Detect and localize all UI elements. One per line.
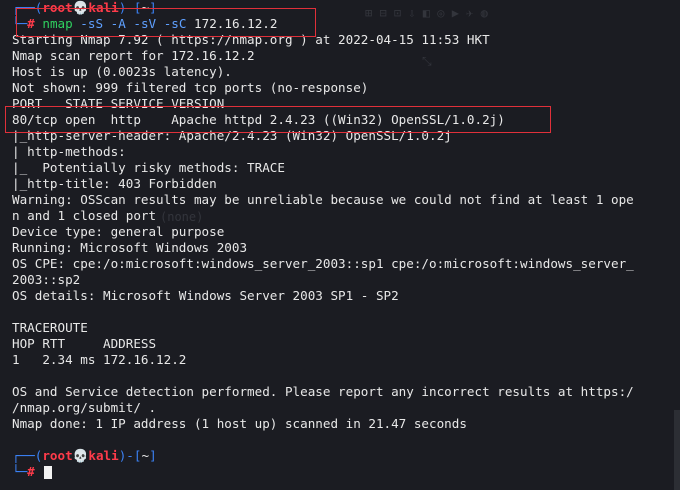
output-line: | http-methods: <box>12 144 126 159</box>
output-line: Not shown: 999 filtered tcp ports (no-re… <box>12 80 369 95</box>
output-line: 2003::sp2 <box>12 272 81 287</box>
output-line: Nmap done: 1 IP address (1 host up) scan… <box>12 416 467 431</box>
output-line: PORT STATE SERVICE VERSION <box>12 96 225 111</box>
output-line: |_http-title: 403 Forbidden <box>12 176 217 191</box>
output-line: OS and Service detection performed. Plea… <box>12 384 634 399</box>
text-cursor <box>44 466 53 479</box>
prompt-line-input[interactable]: └─# <box>12 464 680 480</box>
prompt-line-top: ┌──(root💀kali)-[~] <box>12 448 157 463</box>
output-line: Nmap scan report for 172.16.12.2 <box>12 48 255 63</box>
output-line: Device type: general purpose <box>12 224 225 239</box>
output-line: Warning: OSScan results may be unreliabl… <box>12 192 634 207</box>
output-line: Running: Microsoft Windows 2003 <box>12 240 248 255</box>
output-line: HOP RTT ADDRESS <box>12 336 157 351</box>
output-line: TRACEROUTE <box>12 320 88 335</box>
terminal-window[interactable]: ┌──(root💀kali)-[~] └─# nmap -sS -A -sV -… <box>0 0 680 490</box>
prompt-line-command: └─# nmap -sS -A -sV -sC 172.16.12.2 <box>12 16 278 31</box>
command-output: Starting Nmap 7.92 ( https://nmap.org ) … <box>12 32 680 448</box>
output-line: n and 1 closed port <box>12 208 157 223</box>
scrollbar[interactable] <box>674 410 680 490</box>
prompt-line-top: ┌──(root💀kali)-[~] <box>12 0 157 15</box>
output-line: Starting Nmap 7.92 ( https://nmap.org ) … <box>12 32 490 47</box>
output-line: Host is up (0.0023s latency). <box>12 64 232 79</box>
output-line: |_ Potentially risky methods: TRACE <box>12 160 285 175</box>
output-line: /nmap.org/submit/ . <box>12 400 157 415</box>
output-line: |_http-server-header: Apache/2.4.23 (Win… <box>12 128 452 143</box>
skull-icon: 💀 <box>72 0 89 15</box>
output-line: 80/tcp open http Apache httpd 2.4.23 ((W… <box>12 112 505 127</box>
skull-icon: 💀 <box>72 448 89 463</box>
output-line: OS details: Microsoft Windows Server 200… <box>12 288 399 303</box>
output-line: OS CPE: cpe:/o:microsoft:windows_server_… <box>12 256 634 271</box>
output-line: 1 2.34 ms 172.16.12.2 <box>12 352 187 367</box>
